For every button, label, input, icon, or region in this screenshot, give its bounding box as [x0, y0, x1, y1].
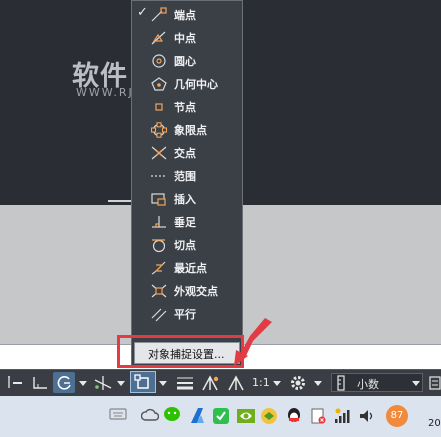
isometric-drafting-icon[interactable]: [92, 374, 114, 392]
annotation-scale[interactable]: 1:1: [252, 376, 270, 389]
highlight-box: [117, 335, 244, 368]
qq-icon[interactable]: [285, 407, 303, 425]
customization-icon[interactable]: [428, 374, 441, 392]
object-snap-menu: ✓ 端点 中点 圆心 几何中心 节点 象限点 交点 范围 插入 垂足 切点 最近…: [131, 0, 243, 367]
snap-item-geometric-center[interactable]: 几何中心: [132, 72, 242, 95]
snap-item-label: 平行: [174, 308, 196, 321]
chevron-down-icon[interactable]: [272, 374, 282, 392]
tangent-icon: [152, 239, 166, 253]
snap-item-label: 节点: [174, 101, 196, 114]
snap-item-tangent[interactable]: 切点: [132, 233, 242, 256]
gear-icon[interactable]: [288, 374, 308, 392]
snap-item-label: 范围: [174, 170, 196, 183]
snap-item-label: 圆心: [174, 55, 196, 68]
lineweight-icon[interactable]: [175, 374, 195, 392]
taskbar-clock[interactable]: 20: [428, 418, 441, 429]
intersection-icon: [151, 146, 167, 160]
snap-item-endpoint[interactable]: ✓ 端点: [132, 3, 242, 26]
extension-icon: [151, 175, 167, 177]
snap-item-intersection[interactable]: 交点: [132, 141, 242, 164]
snap-item-label: 端点: [174, 9, 196, 22]
chevron-down-icon[interactable]: [78, 374, 88, 392]
quadrant-icon: [150, 122, 168, 138]
nvidia-icon[interactable]: [236, 407, 256, 425]
units-icon: [337, 375, 345, 391]
snap-item-label: 几何中心: [174, 78, 218, 91]
center-icon: [152, 54, 166, 68]
volume-icon[interactable]: [358, 407, 376, 425]
check-icon: ✓: [137, 5, 148, 20]
snap-item-label: 插入: [174, 193, 196, 206]
snap-item-parallel[interactable]: 平行: [132, 302, 242, 325]
node-icon: [155, 103, 163, 111]
perpendicular-icon: [152, 216, 166, 228]
apparent-intersection-icon: [151, 284, 167, 298]
snap-item-extension[interactable]: 范围: [132, 164, 242, 187]
keyboard-icon[interactable]: [109, 407, 127, 421]
parallel-icon: [151, 308, 167, 322]
snap-item-label: 垂足: [174, 216, 196, 229]
auto-scale-icon[interactable]: [226, 374, 246, 392]
snap-item-center[interactable]: 圆心: [132, 49, 242, 72]
geometric-center-icon: [151, 77, 167, 91]
snap-item-label: 中点: [174, 32, 196, 45]
snap-item-midpoint[interactable]: 中点: [132, 26, 242, 49]
chevron-down-icon[interactable]: [313, 374, 323, 392]
cloud-icon[interactable]: [141, 407, 159, 423]
wechat-icon[interactable]: [163, 405, 183, 425]
annotation-visibility-icon[interactable]: [200, 374, 222, 392]
insertion-icon: [151, 193, 166, 206]
network-signal-icon[interactable]: [333, 407, 351, 425]
snap-item-label: 最近点: [174, 262, 207, 275]
endpoint-icon: [151, 7, 167, 22]
snap-item-label: 象限点: [174, 124, 207, 137]
wechat-pay-icon[interactable]: [212, 407, 230, 425]
ortho-icon[interactable]: [30, 374, 50, 392]
grid-snap-icon[interactable]: [6, 374, 26, 392]
nearest-icon: [151, 261, 166, 275]
notification-count: 87: [390, 410, 404, 421]
object-snap-icon: [134, 374, 149, 389]
action-center-icon[interactable]: [310, 407, 326, 425]
chevron-down-icon[interactable]: [158, 374, 168, 392]
snap-item-apparent-intersection[interactable]: 外观交点: [132, 279, 242, 302]
snap-item-node[interactable]: 节点: [132, 95, 242, 118]
polar-tracking-icon: [57, 376, 71, 390]
snap-item-label: 外观交点: [174, 285, 218, 298]
chevron-down-icon: [412, 381, 420, 386]
snap-item-insertion[interactable]: 插入: [132, 187, 242, 210]
snap-item-label: 切点: [174, 239, 196, 252]
chevron-down-icon[interactable]: [116, 374, 126, 392]
security-guard-icon[interactable]: [260, 407, 278, 425]
snap-item-nearest[interactable]: 最近点: [132, 256, 242, 279]
autodesk-icon[interactable]: [189, 407, 205, 425]
midpoint-icon: [151, 31, 166, 45]
snap-item-quadrant[interactable]: 象限点: [132, 118, 242, 141]
snap-item-perpendicular[interactable]: 垂足: [132, 210, 242, 233]
snap-item-label: 交点: [174, 147, 196, 160]
units-value: 小数: [357, 378, 379, 391]
